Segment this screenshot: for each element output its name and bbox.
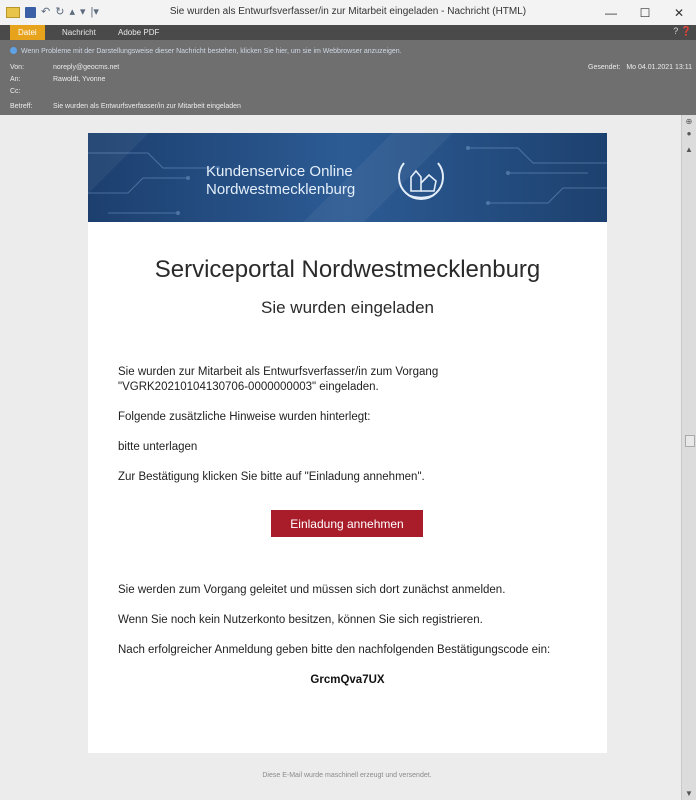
- subject-value: Sie wurden als Entwurfsverfasser/in zur …: [53, 103, 241, 110]
- brand-banner: Kundenservice Online Nordwestmecklenburg: [88, 133, 607, 222]
- sent-label: Gesendet:: [588, 64, 621, 71]
- coat-of-arms-icon: [398, 162, 444, 200]
- notes-text: bitte unterlagen: [118, 441, 198, 453]
- sent-info: Gesendet: Mo 04.01.2021 13:11: [582, 64, 692, 71]
- scroll-down-icon[interactable]: ▼: [682, 789, 696, 798]
- vertical-scrollbar[interactable]: ⊕ ● ▲ ▼: [681, 115, 696, 800]
- to-label: An:: [10, 76, 21, 83]
- email-card: Kundenservice Online Nordwestmecklenburg…: [88, 133, 607, 753]
- code-instruction: Nach erfolgreicher Anmeldung geben bitte…: [118, 644, 551, 656]
- confirm-instruction: Zur Bestätigung klicken Sie bitte auf "E…: [118, 471, 425, 483]
- from-label: Von:: [10, 64, 25, 71]
- invitation-text-line-1: Sie wurden zur Mitarbeit als Entwurfsver…: [118, 366, 439, 378]
- redirect-info: Sie werden zum Vorgang geleitet und müss…: [118, 584, 506, 596]
- invitation-text-line-2: "VGRK20210104130706-0000000003" eingelad…: [118, 381, 379, 393]
- page-subtitle: Sie wurden eingeladen: [261, 298, 434, 317]
- tab-datei[interactable]: Datei: [10, 25, 45, 40]
- notes-heading: Folgende zusätzliche Hinweise wurden hin…: [118, 411, 371, 423]
- message-body: Kundenservice Online Nordwestmecklenburg…: [4, 115, 680, 795]
- info-small-icon[interactable]: ●: [682, 129, 696, 138]
- subject-label: Betreff:: [10, 103, 33, 110]
- maximize-button[interactable]: ☐: [628, 0, 662, 25]
- info-bar-text: Wenn Probleme mit der Darstellungsweise …: [21, 48, 402, 55]
- scrollbar-thumb[interactable]: [685, 435, 695, 447]
- brand-line-1: Kundenservice Online: [206, 163, 353, 180]
- window-titlebar: ↶ ↻ ▴ ▾ |▾ Sie wurden als Entwurfsverfas…: [0, 0, 696, 26]
- minimize-button[interactable]: —: [594, 0, 628, 25]
- tab-adobe-pdf[interactable]: Adobe PDF: [110, 25, 167, 40]
- brand-line-2: Nordwestmecklenburg: [206, 181, 356, 198]
- help-icon[interactable]: ? ❓: [673, 26, 692, 37]
- window-controls: — ☐ ✕: [594, 0, 696, 25]
- window-title: Sie wurden als Entwurfsverfasser/in zur …: [169, 6, 527, 17]
- info-icon: [10, 47, 17, 54]
- confirmation-code: GrcmQva7UX: [310, 674, 385, 686]
- info-bar[interactable]: Wenn Probleme mit der Darstellungsweise …: [10, 47, 402, 55]
- cc-label: Cc:: [10, 88, 21, 95]
- accept-invitation-button[interactable]: Einladung annehmen: [271, 510, 423, 537]
- footer-note: Diese E-Mail wurde maschinell erzeugt un…: [262, 772, 432, 779]
- message-header: Wenn Probleme mit der Darstellungsweise …: [0, 40, 696, 115]
- zoom-icon[interactable]: ⊕: [682, 117, 696, 126]
- close-button[interactable]: ✕: [662, 0, 696, 25]
- from-value[interactable]: noreply@geocms.net: [53, 64, 119, 71]
- sent-value: Mo 04.01.2021 13:11: [626, 64, 692, 71]
- register-info: Wenn Sie noch kein Nutzerkonto besitzen,…: [118, 614, 483, 626]
- tab-nachricht[interactable]: Nachricht: [54, 25, 104, 40]
- ribbon-tabs: Datei Nachricht Adobe PDF ? ❓: [0, 25, 696, 40]
- scroll-up-icon[interactable]: ▲: [682, 145, 696, 154]
- page-title: Serviceportal Nordwestmecklenburg: [154, 256, 541, 283]
- to-value[interactable]: Rawoldt, Yvonne: [53, 76, 105, 83]
